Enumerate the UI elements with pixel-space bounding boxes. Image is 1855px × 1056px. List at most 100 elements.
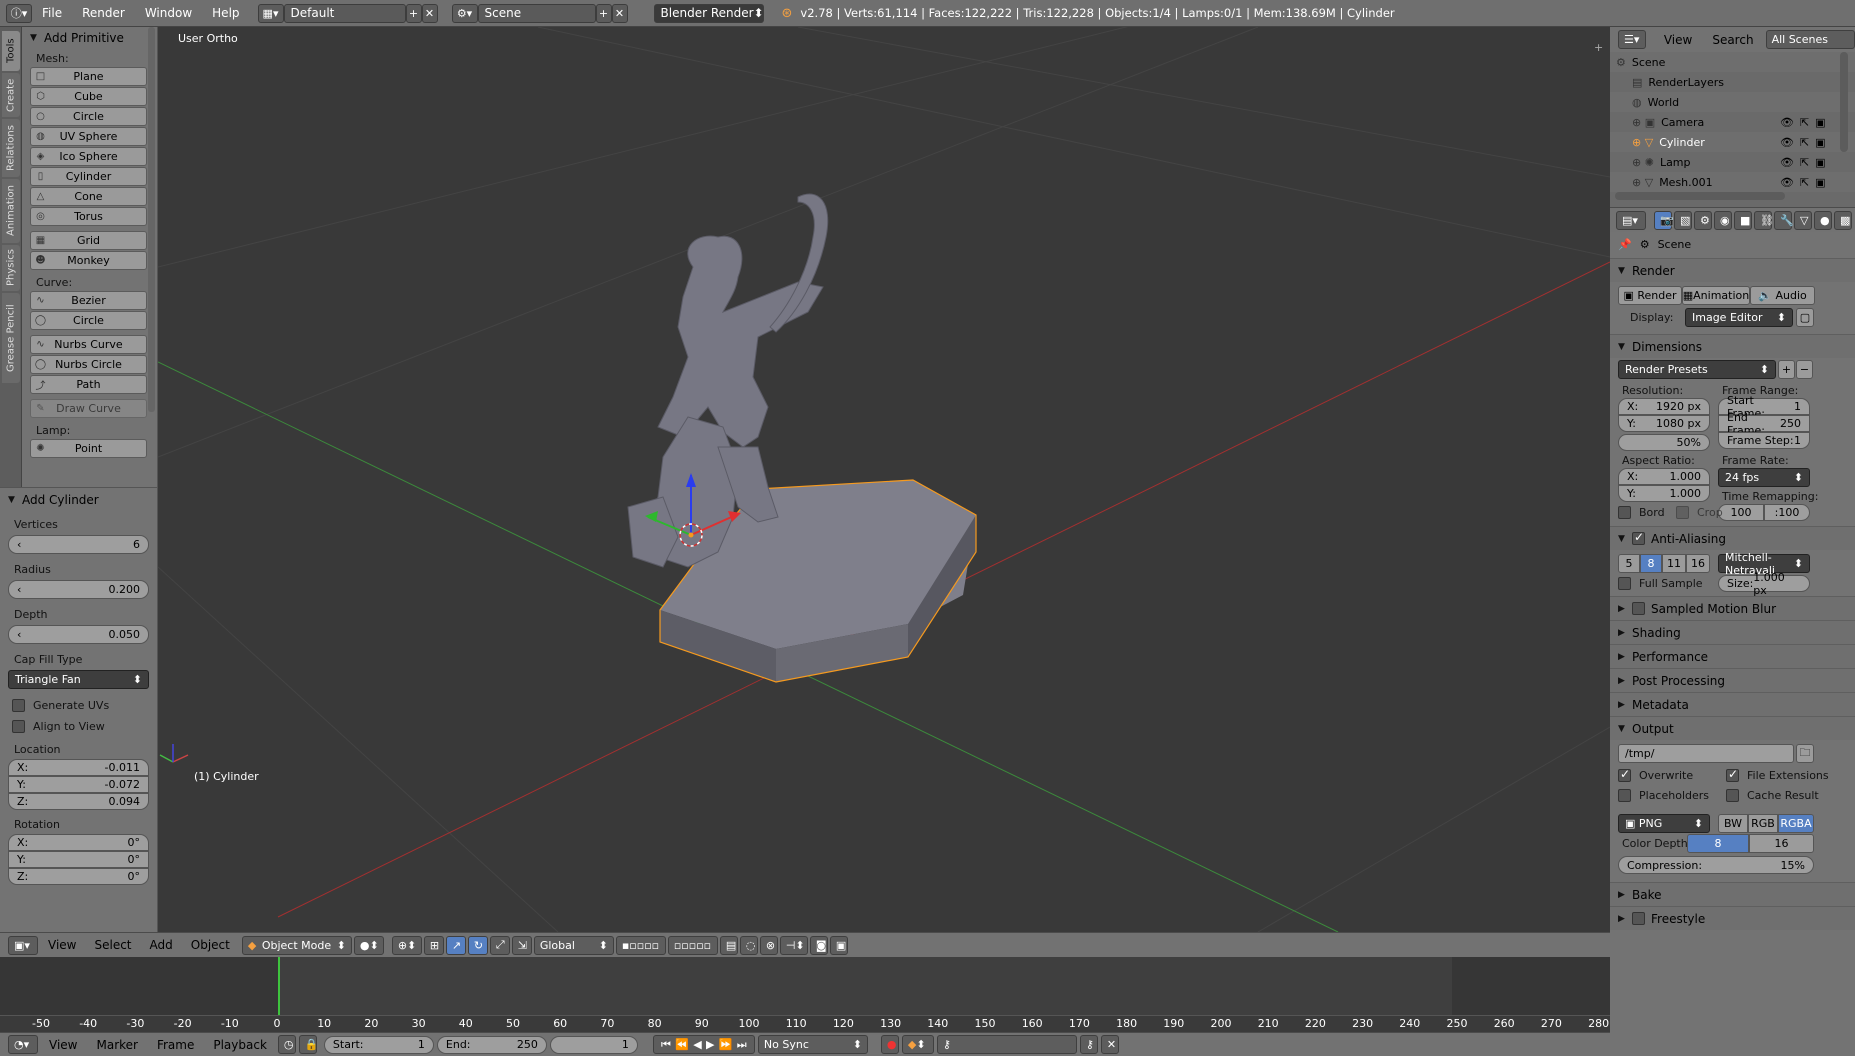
bake-header[interactable]: ▶ Bake: [1610, 882, 1855, 906]
camera-icon[interactable]: ▣: [829, 935, 848, 955]
cap-fill-select[interactable]: Triangle Fan ⬍: [8, 670, 149, 689]
add-bezier-button[interactable]: ∿ Bezier: [30, 291, 147, 310]
add-circle-button[interactable]: ○ Circle: [30, 107, 147, 126]
data-tab-icon[interactable]: ▽: [1794, 210, 1812, 230]
tab-physics[interactable]: Physics: [2, 245, 20, 291]
add-curve-circle-button[interactable]: ◯ Circle: [30, 311, 147, 330]
generate-uvs-checkbox[interactable]: Generate UVs: [0, 695, 157, 715]
cache-result-checkbox[interactable]: Cache Result: [1714, 789, 1831, 802]
menu-help[interactable]: Help: [202, 6, 249, 20]
menu-render[interactable]: Render: [72, 6, 135, 20]
frame-rate-select[interactable]: 24 fps ⬍: [1718, 468, 1810, 487]
menu-outliner-search[interactable]: Search: [1704, 33, 1761, 47]
layers-icon[interactable]: ▪▫▫▫▫: [615, 935, 666, 955]
insert-key-icon[interactable]: ⚷: [1079, 1035, 1098, 1054]
visibility-icons[interactable]: 👁⇱▣: [1780, 136, 1832, 149]
world-tab-icon[interactable]: ◉: [1714, 210, 1732, 230]
menu-window[interactable]: Window: [135, 6, 202, 20]
rotate-icon[interactable]: ↻: [467, 935, 488, 955]
add-nurbs-curve-button[interactable]: ∿ Nurbs Curve: [30, 335, 147, 354]
outliner-item[interactable]: ◍ World: [1610, 92, 1855, 112]
add-point-lamp-button[interactable]: ✺ Point: [30, 439, 147, 458]
3d-viewport[interactable]: User Ortho (1) Cylinder +: [158, 27, 1610, 932]
rotation-z-field[interactable]: Z: 0°: [8, 868, 149, 885]
render-preview-icon[interactable]: ◙: [809, 935, 828, 955]
preview-range-icon[interactable]: ◷: [277, 1035, 296, 1054]
aa-16-button[interactable]: 16: [1686, 554, 1710, 573]
delete-key-icon[interactable]: ✕: [1100, 1035, 1119, 1054]
output-header[interactable]: ▼ Output: [1610, 716, 1855, 740]
add-ico-sphere-button[interactable]: ◈ Ico Sphere: [30, 147, 147, 166]
anti-aliasing-section-header[interactable]: ▼Anti-Aliasing: [1610, 526, 1855, 550]
scene-tab-icon[interactable]: ⚙: [1694, 210, 1712, 230]
keying-set-field[interactable]: ⚷: [936, 1035, 1077, 1054]
menu-view[interactable]: View: [40, 938, 84, 952]
current-frame-line[interactable]: [278, 957, 280, 1017]
timeline-editor-icon[interactable]: ◔▾: [8, 1035, 38, 1054]
depth-8-button[interactable]: 8: [1687, 834, 1749, 853]
menu-playback[interactable]: Playback: [205, 1038, 275, 1052]
vertices-field[interactable]: ‹ 6: [8, 535, 149, 554]
render-presets-select[interactable]: Render Presets ⬍: [1618, 360, 1776, 379]
menu-tl-view[interactable]: View: [41, 1038, 85, 1052]
frame-step-field[interactable]: Frame Step: 1: [1718, 432, 1810, 449]
outliner-item[interactable]: ⊕ ▽ Mesh.001 👁⇱▣: [1610, 172, 1855, 192]
visibility-icons[interactable]: 👁⇱▣: [1780, 156, 1832, 169]
add-plane-button[interactable]: □ Plane: [30, 67, 147, 86]
lock-icon[interactable]: 🔒: [298, 1035, 319, 1054]
menu-outliner-view[interactable]: View: [1656, 33, 1700, 47]
add-preset-icon[interactable]: +: [1778, 360, 1795, 379]
freestyle-checkbox[interactable]: [1632, 912, 1645, 925]
outliner-item[interactable]: ⊕ ▽ Cylinder 👁⇱▣: [1610, 132, 1855, 152]
outliner-item[interactable]: ⊕ ✺ Lamp 👁⇱▣: [1610, 152, 1855, 172]
add-nurbs-circle-button[interactable]: ◯ Nurbs Circle: [30, 355, 147, 374]
align-to-view-checkbox[interactable]: Align to View: [0, 715, 157, 737]
outliner-item[interactable]: ⚙ Scene: [1610, 52, 1855, 72]
manipulator-toggle-icon[interactable]: ⊞: [423, 935, 444, 955]
lock-layers-icon[interactable]: ▤: [719, 935, 738, 955]
display-select[interactable]: Image Editor ⬍: [1685, 308, 1793, 327]
editor-type-icon[interactable]: ▣▾: [8, 935, 38, 955]
snap-element-icon[interactable]: ⊣⬍: [779, 935, 808, 955]
bw-button[interactable]: BW: [1718, 814, 1748, 833]
resolution-x-field[interactable]: X: 1920 px: [1618, 398, 1710, 415]
scene-field[interactable]: Scene: [477, 3, 596, 23]
sampled-motion-blur-header[interactable]: ▶ Sampled Motion Blur: [1610, 596, 1855, 620]
resolution-y-field[interactable]: Y: 1080 px: [1618, 415, 1710, 432]
object-tab-icon[interactable]: ■: [1734, 210, 1752, 230]
rotation-y-field[interactable]: Y: 0°: [8, 851, 149, 868]
outliner-hscrollbar[interactable]: [1615, 192, 1785, 200]
overwrite-checkbox[interactable]: Overwrite: [1610, 767, 1705, 782]
transform-icon[interactable]: ⇲: [511, 935, 532, 955]
tab-relations[interactable]: Relations: [2, 119, 20, 177]
sync-select[interactable]: No Sync ⬍: [757, 1035, 868, 1054]
visibility-icons[interactable]: 👁⇱▣: [1780, 176, 1832, 189]
add-monkey-button[interactable]: ☻ Monkey: [30, 251, 147, 270]
properties-editor-icon[interactable]: ▤▾: [1616, 210, 1646, 230]
remap-new-field[interactable]: :100: [1764, 504, 1810, 521]
dimensions-section-header[interactable]: ▼ Dimensions: [1610, 334, 1855, 358]
lock-interface-icon[interactable]: ▢: [1796, 308, 1814, 327]
output-path-field[interactable]: /tmp/: [1618, 744, 1794, 763]
playback-controls[interactable]: ⏮ ⏪ ◀ ▶ ⏩ ⏭: [652, 1035, 755, 1054]
smb-checkbox[interactable]: [1632, 602, 1645, 615]
metadata-header[interactable]: ▶ Metadata: [1610, 692, 1855, 716]
shelf-scrollbar[interactable]: [148, 27, 155, 412]
file-format-select[interactable]: ▣ PNG ⬍: [1618, 814, 1710, 833]
start-frame-field[interactable]: Start: 1: [323, 1035, 434, 1054]
post-processing-header[interactable]: ▶ Post Processing: [1610, 668, 1855, 692]
orientation-select[interactable]: Global ⬍: [533, 935, 614, 955]
render-engine-select[interactable]: Blender Render ⬍: [653, 3, 764, 23]
resolution-percentage-field[interactable]: 50%: [1618, 434, 1710, 451]
end-frame-field[interactable]: End: 250: [436, 1035, 547, 1054]
render-tab-icon[interactable]: 📷: [1654, 210, 1674, 230]
timeline-area[interactable]: -50 -40 -30 -20 -10 0 10 20 30 40 50 60 70 80 90 100 110…: [0, 957, 1610, 1032]
full-sample-checkbox[interactable]: Full Sample: [1610, 577, 1715, 590]
location-z-field[interactable]: Z: 0.094: [8, 793, 149, 810]
aa-5-button[interactable]: 5: [1618, 554, 1640, 573]
remove-preset-icon[interactable]: −: [1796, 360, 1813, 379]
layout-field[interactable]: Default: [283, 3, 406, 23]
render-layers-tab-icon[interactable]: ▧: [1674, 210, 1692, 230]
close-scene-icon[interactable]: ✕: [611, 3, 628, 23]
tab-tools[interactable]: Tools: [2, 31, 20, 71]
